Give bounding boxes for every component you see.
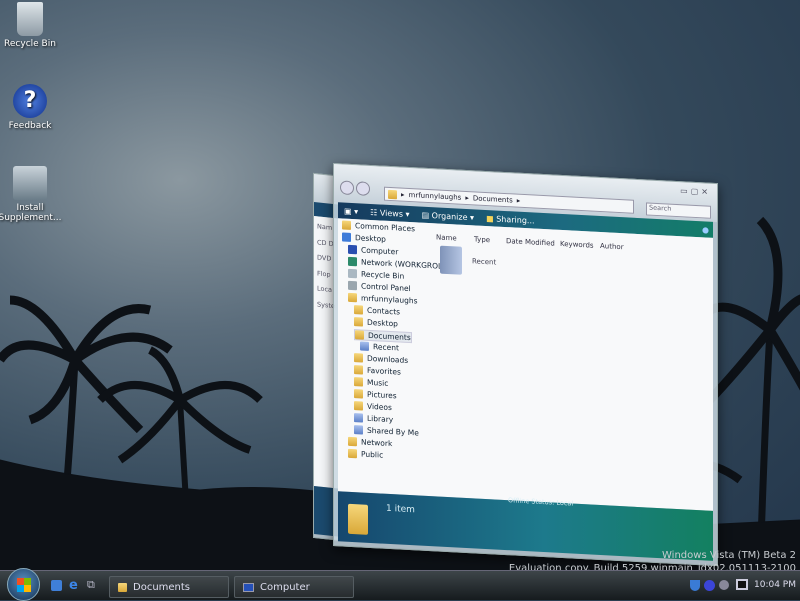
column-header[interactable]: Keywords: [560, 240, 594, 250]
library-icon: [360, 341, 369, 351]
nav-item[interactable]: Music: [354, 377, 388, 388]
network-icon: [348, 256, 357, 267]
file-item-recent[interactable]: Recent: [440, 245, 496, 277]
settings-icon[interactable]: [719, 580, 729, 590]
nav-item[interactable]: Control Panel: [348, 280, 411, 293]
search-input[interactable]: Search: [646, 202, 711, 219]
column-header[interactable]: Type: [474, 235, 490, 244]
library-icon: [354, 425, 363, 435]
item-count: 1 item: [386, 503, 415, 516]
nav-item[interactable]: Library: [354, 413, 393, 424]
recycle-icon: [348, 268, 357, 279]
folder-icon: [355, 330, 364, 340]
desktop-icon-feedback[interactable]: ? Feedback: [0, 84, 65, 131]
taskbar: e ⧉ Documents Computer 10:04 PM: [0, 568, 800, 601]
nav-item[interactable]: Favorites: [354, 365, 401, 377]
folder-icon: [354, 365, 363, 375]
organize-button[interactable]: ▤ Organize ▾: [422, 210, 475, 222]
installer-icon: [13, 166, 47, 200]
folder-icon: [354, 353, 363, 363]
nav-item[interactable]: Desktop: [354, 317, 398, 328]
network-icon[interactable]: [736, 579, 748, 590]
folder-icon: [354, 401, 363, 411]
folder-library-icon: [440, 245, 462, 275]
folder-icon: [348, 436, 357, 447]
breadcrumb-user[interactable]: mrfunnylaughs: [409, 191, 462, 202]
taskbar-button-computer[interactable]: Computer: [234, 576, 354, 598]
internet-explorer-icon[interactable]: e: [69, 578, 78, 593]
back-button[interactable]: [340, 180, 354, 196]
column-header[interactable]: Date Modified: [506, 237, 555, 248]
help-question-icon: ?: [13, 84, 47, 118]
nav-item[interactable]: Recent: [360, 341, 399, 352]
nav-item[interactable]: Pictures: [354, 389, 397, 400]
breadcrumb-documents[interactable]: Documents: [473, 194, 513, 204]
desktop-icon: [342, 232, 351, 242]
computer-icon: [348, 244, 357, 255]
layout-button[interactable]: ▣ ▾: [344, 206, 358, 216]
nav-item[interactable]: mrfunnylaughs: [348, 292, 418, 305]
folder-icon: [354, 377, 363, 387]
security-center-icon[interactable]: [690, 580, 700, 591]
nav-item[interactable]: Desktop: [342, 232, 386, 244]
window-controls[interactable]: ▭▢✕: [680, 186, 711, 197]
folder-icon: [118, 582, 127, 592]
nav-item[interactable]: Computer: [348, 244, 398, 256]
help-icon[interactable]: ●: [702, 225, 709, 234]
nav-item[interactable]: Shared By Me: [354, 425, 419, 437]
clock[interactable]: 10:04 PM: [754, 580, 796, 590]
nav-item[interactable]: Network: [348, 436, 392, 448]
nav-item[interactable]: Contacts: [354, 305, 400, 317]
windows-logo-icon: [16, 577, 31, 592]
nav-item[interactable]: Recycle Bin: [348, 268, 404, 281]
lock-icon[interactable]: [704, 580, 715, 591]
nav-item[interactable]: Downloads: [354, 353, 408, 365]
quick-launch-icon[interactable]: [51, 580, 62, 591]
column-header[interactable]: Author: [600, 242, 624, 251]
folder-icon: [342, 220, 351, 230]
computer-icon: [243, 582, 254, 592]
start-button[interactable]: [7, 568, 40, 601]
folder-large-icon: [348, 503, 368, 535]
content-area: Common Places Desktop Computer Network (WOR…: [338, 218, 713, 511]
recycle-bin-icon: [17, 2, 43, 36]
folder-icon: [348, 448, 357, 459]
desktop-icon-recycle-bin[interactable]: Recycle Bin: [0, 2, 65, 49]
folder-icon: [354, 305, 363, 315]
switch-windows-icon[interactable]: ⧉: [87, 578, 95, 592]
folder-icon: [354, 317, 363, 327]
sharing-button[interactable]: ■ Sharing...: [486, 214, 534, 226]
library-icon: [354, 413, 363, 423]
forward-button[interactable]: [356, 181, 370, 196]
folder-icon: [348, 292, 357, 303]
views-button[interactable]: ☷ Views ▾: [370, 207, 409, 218]
control-icon: [348, 280, 357, 291]
desktop-icon-install-supplement[interactable]: Install Supplement...: [0, 166, 65, 223]
taskbar-button-documents[interactable]: Documents: [109, 576, 229, 598]
column-header[interactable]: Name: [436, 233, 457, 242]
folder-icon: [388, 189, 397, 199]
documents-window-flip3d[interactable]: ▸ mrfunnylaughs ▸ Documents ▸ Search ▭▢✕ ▣…: [333, 163, 718, 567]
folder-icon: [354, 389, 363, 399]
nav-item[interactable]: Common Places: [342, 220, 415, 233]
nav-item[interactable]: Videos: [354, 401, 392, 412]
nav-item[interactable]: Public: [348, 448, 383, 460]
